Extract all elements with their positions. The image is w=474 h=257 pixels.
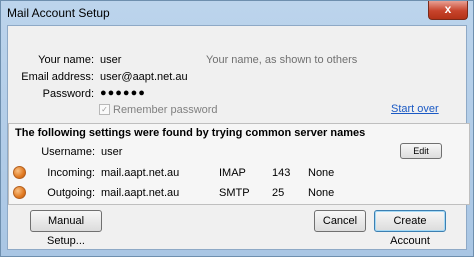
- password-label: Password:: [42, 88, 94, 100]
- manual-setup-label: Manual Setup...: [47, 215, 85, 247]
- outgoing-security: None: [308, 187, 335, 199]
- email-label: Email address:: [21, 71, 94, 83]
- window-title: Mail Account Setup: [7, 6, 110, 20]
- server-settings-panel: The following settings were found by try…: [8, 123, 470, 205]
- dialog-content: Your name: user Your name, as shown to o…: [7, 25, 470, 250]
- cancel-button[interactable]: Cancel: [314, 210, 366, 232]
- outgoing-port: 25: [272, 187, 285, 199]
- email-field[interactable]: user@aapt.net.au: [100, 71, 188, 83]
- outgoing-protocol: SMTP: [219, 187, 250, 199]
- mail-account-setup-window: Mail Account Setup x Your name: user You…: [0, 0, 474, 257]
- incoming-protocol: IMAP: [219, 167, 246, 179]
- remember-password-label: Remember password: [113, 104, 218, 116]
- manual-setup-button[interactable]: Manual Setup...: [30, 210, 102, 247]
- outgoing-label: Outgoing:: [47, 187, 95, 199]
- edit-button-label: Edit: [413, 146, 429, 156]
- outgoing-server: mail.aapt.net.au: [101, 187, 180, 199]
- name-field[interactable]: user: [100, 54, 121, 66]
- cancel-label: Cancel: [322, 215, 358, 227]
- create-account-label: Create Account: [390, 215, 430, 247]
- settings-title: The following settings were found by try…: [15, 127, 366, 139]
- name-label: Your name:: [38, 54, 94, 66]
- create-account-button[interactable]: Create Account: [374, 210, 446, 247]
- close-icon: x: [444, 2, 452, 16]
- name-hint: Your name, as shown to others: [206, 54, 358, 66]
- incoming-server: mail.aapt.net.au: [101, 167, 180, 179]
- incoming-security: None: [308, 167, 335, 179]
- start-over-link[interactable]: Start over: [391, 103, 439, 115]
- username-value: user: [101, 146, 123, 158]
- incoming-label: Incoming:: [47, 167, 95, 179]
- edit-button[interactable]: Edit: [400, 143, 442, 159]
- remember-password-checkbox[interactable]: ✓: [99, 104, 110, 115]
- password-field[interactable]: ●●●●●●: [100, 87, 146, 99]
- close-button[interactable]: x: [428, 1, 468, 20]
- username-label: Username:: [41, 146, 95, 158]
- title-bar: Mail Account Setup x: [1, 1, 473, 25]
- incoming-port: 143: [272, 167, 291, 179]
